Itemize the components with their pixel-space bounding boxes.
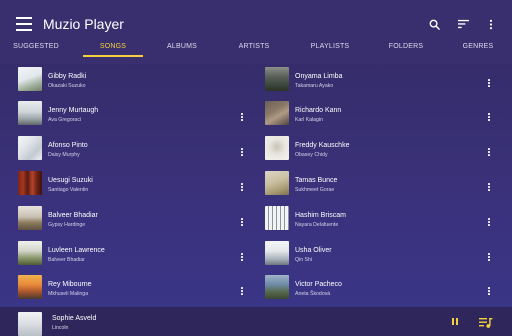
song-item[interactable]: Balveer Bhadiar Gypsy Hardinge — [18, 206, 248, 238]
song-title: Uesugi Suzuki — [48, 177, 93, 184]
now-playing-bar[interactable]: Sophie Asveld Lincoln — [0, 307, 512, 336]
song-item[interactable]: Luvleen Lawrence Balveer Bhadiar — [18, 241, 248, 273]
album-art — [18, 136, 42, 160]
album-art — [18, 67, 42, 91]
song-artist: Aneta Škodová — [295, 291, 331, 297]
song-item[interactable]: Richardo Kann Karl Kalagin — [265, 101, 495, 133]
active-tab-indicator — [83, 55, 143, 57]
sort-icon[interactable] — [455, 16, 471, 32]
song-title: Richardo Kann — [295, 107, 342, 114]
album-art — [265, 101, 289, 125]
song-item[interactable]: Hashim Briscam Nayara Delafuente — [265, 206, 495, 238]
tab-suggested[interactable]: SUGGESTED — [6, 38, 66, 60]
more-vert-icon[interactable] — [238, 251, 246, 263]
song-artist: Sukhmeet Gorae — [295, 187, 335, 193]
song-item[interactable]: Victor Pacheco Aneta Škodová — [265, 275, 495, 307]
song-item[interactable]: Gibby Radki Okazaki Suzuko — [18, 67, 248, 99]
song-item[interactable]: Jenny Murtaugh Ava Gregoraci — [18, 101, 248, 133]
song-item[interactable]: Freddy Kauschke Obasey Chidy — [265, 136, 495, 168]
tab-genres[interactable]: GENRES — [448, 38, 508, 60]
song-artist: Gypsy Hardinge — [48, 222, 86, 228]
song-artist: Takamaru Ayako — [295, 83, 334, 89]
song-artist: Daisy Murphy — [48, 152, 80, 158]
song-title: Afonso Pinto — [48, 142, 88, 149]
tab-bar: SUGGESTED SONGS ALBUMS ARTISTS PLAYLISTS… — [0, 38, 512, 60]
now-playing-title: Sophie Asveld — [52, 315, 97, 322]
search-icon[interactable] — [426, 16, 442, 32]
song-title: Usha Oliver — [295, 247, 332, 254]
tab-playlists[interactable]: PLAYLISTS — [300, 38, 360, 60]
song-artist: Qin Shi — [295, 257, 313, 263]
app-title: Muzio Player — [43, 16, 124, 32]
more-vert-icon[interactable] — [238, 111, 246, 123]
pause-icon[interactable] — [450, 317, 460, 327]
tab-albums[interactable]: ALBUMS — [152, 38, 212, 60]
album-art — [265, 171, 289, 195]
song-title: Gibby Radki — [48, 73, 87, 80]
song-title: Jenny Murtaugh — [48, 107, 99, 114]
song-artist: Balveer Bhadiar — [48, 257, 85, 263]
album-art — [265, 275, 289, 299]
menu-icon[interactable] — [16, 17, 32, 31]
song-title: Hashim Briscam — [295, 212, 346, 219]
now-playing-album-art — [18, 312, 42, 336]
song-title: Luvleen Lawrence — [48, 247, 105, 254]
album-art — [18, 275, 42, 299]
song-item[interactable]: Rey Mibourne Mkhuseli Malinga — [18, 275, 248, 307]
album-art — [265, 67, 289, 91]
album-art — [265, 136, 289, 160]
song-title: Victor Pacheco — [295, 281, 342, 288]
tab-artists[interactable]: ARTISTS — [224, 38, 284, 60]
more-vert-icon[interactable] — [485, 181, 493, 193]
more-vert-icon[interactable] — [485, 216, 493, 228]
song-artist: Obasey Chidy — [295, 152, 328, 158]
album-art — [18, 241, 42, 265]
more-vert-icon[interactable] — [485, 251, 493, 263]
more-vert-icon[interactable] — [238, 181, 246, 193]
song-item[interactable]: Uesugi Suzuki Santiago Valentin — [18, 171, 248, 203]
more-vert-icon[interactable] — [238, 285, 246, 297]
song-artist: Nayara Delafuente — [295, 222, 339, 228]
song-artist: Santiago Valentin — [48, 187, 89, 193]
song-title: Tamas Bunce — [295, 177, 338, 184]
song-artist: Ava Gregoraci — [48, 117, 82, 123]
album-art — [18, 171, 42, 195]
song-title: Freddy Kauschke — [295, 142, 350, 149]
more-vert-icon[interactable] — [483, 16, 499, 32]
song-title: Balveer Bhadiar — [48, 212, 98, 219]
song-item[interactable]: Usha Oliver Qin Shi — [265, 241, 495, 273]
now-playing-artist: Lincoln — [52, 325, 69, 331]
more-vert-icon[interactable] — [485, 285, 493, 297]
more-vert-icon[interactable] — [485, 146, 493, 158]
album-art — [265, 206, 289, 230]
app-bar: Muzio Player SUGGESTED SONGS ALBUMS ARTI… — [0, 0, 512, 64]
album-art — [18, 206, 42, 230]
song-artist: Mkhuseli Malinga — [48, 291, 89, 297]
album-art — [265, 241, 289, 265]
song-artist: Okazaki Suzuko — [48, 83, 86, 89]
tab-folders[interactable]: FOLDERS — [376, 38, 436, 60]
more-vert-icon[interactable] — [238, 146, 246, 158]
queue-music-icon[interactable] — [479, 316, 493, 328]
more-vert-icon[interactable] — [485, 77, 493, 89]
song-artist: Karl Kalagin — [295, 117, 323, 123]
song-item[interactable]: Onyama Limba Takamaru Ayako — [265, 67, 495, 99]
song-item[interactable]: Afonso Pinto Daisy Murphy — [18, 136, 248, 168]
song-title: Onyama Limba — [295, 73, 343, 80]
more-vert-icon[interactable] — [238, 216, 246, 228]
song-item[interactable]: Tamas Bunce Sukhmeet Gorae — [265, 171, 495, 203]
song-title: Rey Mibourne — [48, 281, 92, 288]
more-vert-icon[interactable] — [485, 111, 493, 123]
album-art — [18, 101, 42, 125]
